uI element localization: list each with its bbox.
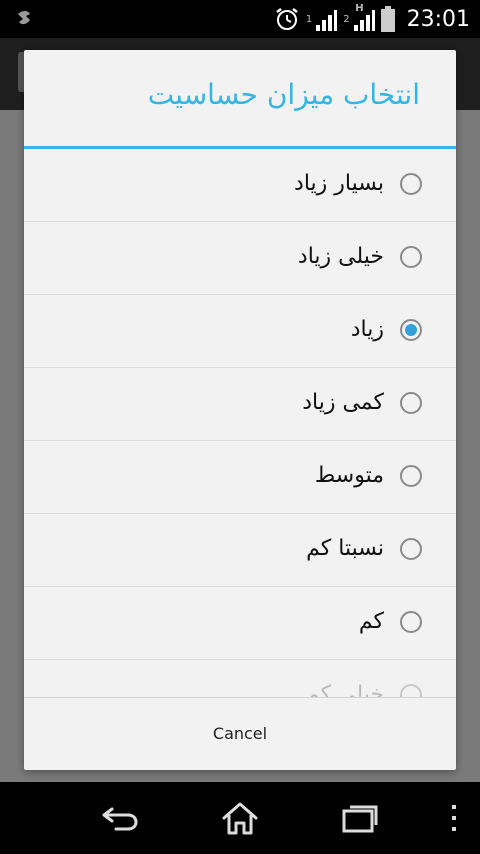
radio-button[interactable] [400,465,422,487]
option-label: بسیار زیاد [294,171,384,196]
back-icon [102,807,138,831]
network-type-label: H [355,3,364,14]
radio-button[interactable] [400,392,422,414]
radio-button[interactable] [400,684,422,697]
recent-apps-icon [342,805,378,833]
signal-icon [316,10,338,31]
screen: 1 H 2 23:01 انتخاب میزان حساسیت بسیار زی… [0,0,480,854]
radio-button-checked[interactable] [400,319,422,341]
radio-button[interactable] [400,173,422,195]
option-label: نسبتا کم [306,536,384,561]
sim1-label: 1 [305,13,313,25]
option-very-low[interactable]: خیلی کم [24,660,456,697]
option-label: کم [358,609,384,634]
alarm-icon [276,8,298,30]
radio-button[interactable] [400,611,422,633]
radio-button[interactable] [400,246,422,268]
option-high[interactable]: زیاد [24,295,456,368]
notification-icon [18,11,30,25]
cancel-button[interactable]: Cancel [24,698,456,770]
sim2-label: 2 [343,13,350,25]
battery-icon [380,6,395,32]
sim1-signal: 1 [305,7,338,31]
overflow-menu-icon [452,805,456,831]
option-label: زیاد [350,317,384,342]
option-medium[interactable]: متوسط [24,441,456,514]
option-label: کمی زیاد [302,390,384,415]
sensitivity-dialog: انتخاب میزان حساسیت بسیار زیاد خیلی زیاد… [24,50,456,770]
sim2-signal: H 2 [343,3,375,31]
option-very-very-high[interactable]: بسیار زیاد [24,149,456,222]
option-low[interactable]: کم [24,587,456,660]
back-button[interactable] [98,796,142,840]
navigation-bar [0,782,480,854]
clock: 23:01 [406,6,470,32]
home-button[interactable] [218,796,262,840]
option-label: متوسط [314,463,384,488]
option-relatively-low[interactable]: نسبتا کم [24,514,456,587]
radio-button[interactable] [400,538,422,560]
option-label: خیلی کم [306,682,384,697]
status-bar: 1 H 2 23:01 [0,0,480,38]
option-very-high[interactable]: خیلی زیاد [24,222,456,295]
dialog-title-bar: انتخاب میزان حساسیت [24,50,456,146]
home-icon [222,802,258,835]
menu-button[interactable] [434,796,474,840]
option-label: خیلی زیاد [297,244,384,269]
dialog-title: انتخاب میزان حساسیت [147,78,420,111]
recent-apps-button[interactable] [338,796,382,840]
option-slightly-high[interactable]: کمی زیاد [24,368,456,441]
options-list[interactable]: بسیار زیاد خیلی زیاد زیاد کمی زیاد متوسط… [24,149,456,697]
